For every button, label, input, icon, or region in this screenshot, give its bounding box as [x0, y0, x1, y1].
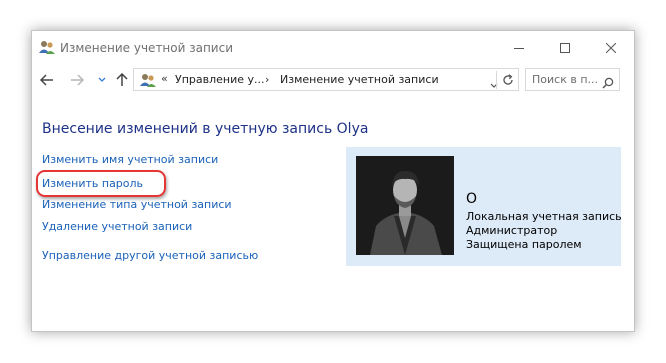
- window-title: Изменение учетной записи: [60, 41, 234, 55]
- control-panel-window: Изменение учетной записи « Управление у.…: [31, 30, 635, 332]
- refresh-icon: [503, 74, 513, 85]
- manage-other-account-link[interactable]: Управление другой учетной записью: [42, 249, 258, 262]
- page-title: Внесение изменений в учетную запись Olya: [42, 121, 369, 137]
- account-name: O: [466, 191, 478, 207]
- close-button[interactable]: [588, 33, 634, 61]
- maximize-button[interactable]: [542, 33, 588, 61]
- breadcrumb-item[interactable]: Управление у...: [175, 73, 265, 86]
- change-account-type-link[interactable]: Изменение типа учетной записи: [42, 198, 232, 211]
- account-role: Администратор: [466, 224, 558, 237]
- account-type: Локальная учетная запись: [466, 210, 622, 223]
- title-bar[interactable]: Изменение учетной записи: [32, 31, 634, 64]
- search-placeholder: Поиск в п...: [532, 73, 598, 86]
- maximize-icon: [560, 38, 570, 57]
- search-input[interactable]: Поиск в п...: [525, 68, 620, 91]
- users-icon: [38, 39, 56, 55]
- search-icon[interactable]: [602, 74, 614, 93]
- breadcrumb-item[interactable]: Изменение учетной записи: [280, 73, 439, 86]
- account-info-panel: O Локальная учетная запись Администратор…: [346, 147, 622, 266]
- chevron-down-icon: [98, 77, 106, 82]
- minimize-icon: [514, 38, 524, 57]
- breadcrumb-overflow[interactable]: «: [161, 72, 168, 85]
- close-icon: [605, 38, 617, 57]
- users-icon: [139, 72, 157, 88]
- arrow-right-icon: [71, 74, 84, 86]
- navigation-bar: « Управление у... › Изменение учетной за…: [32, 65, 634, 95]
- arrow-left-icon: [40, 74, 53, 86]
- delete-account-link[interactable]: Удаление учетной записи: [42, 220, 192, 233]
- minimize-button[interactable]: [496, 33, 542, 61]
- back-button[interactable]: [39, 72, 55, 88]
- forward-button[interactable]: [69, 72, 85, 88]
- avatar: [356, 156, 454, 255]
- recent-locations-button[interactable]: [94, 72, 110, 88]
- address-bar[interactable]: « Управление у... › Изменение учетной за…: [133, 68, 519, 91]
- annotation-highlight: [36, 170, 166, 197]
- refresh-button[interactable]: [496, 71, 519, 89]
- arrow-up-icon: [116, 73, 128, 86]
- up-button[interactable]: [114, 72, 130, 88]
- account-password-status: Защищена паролем: [466, 238, 582, 251]
- change-name-link[interactable]: Изменить имя учетной записи: [42, 153, 218, 166]
- breadcrumb-separator[interactable]: ›: [265, 73, 269, 86]
